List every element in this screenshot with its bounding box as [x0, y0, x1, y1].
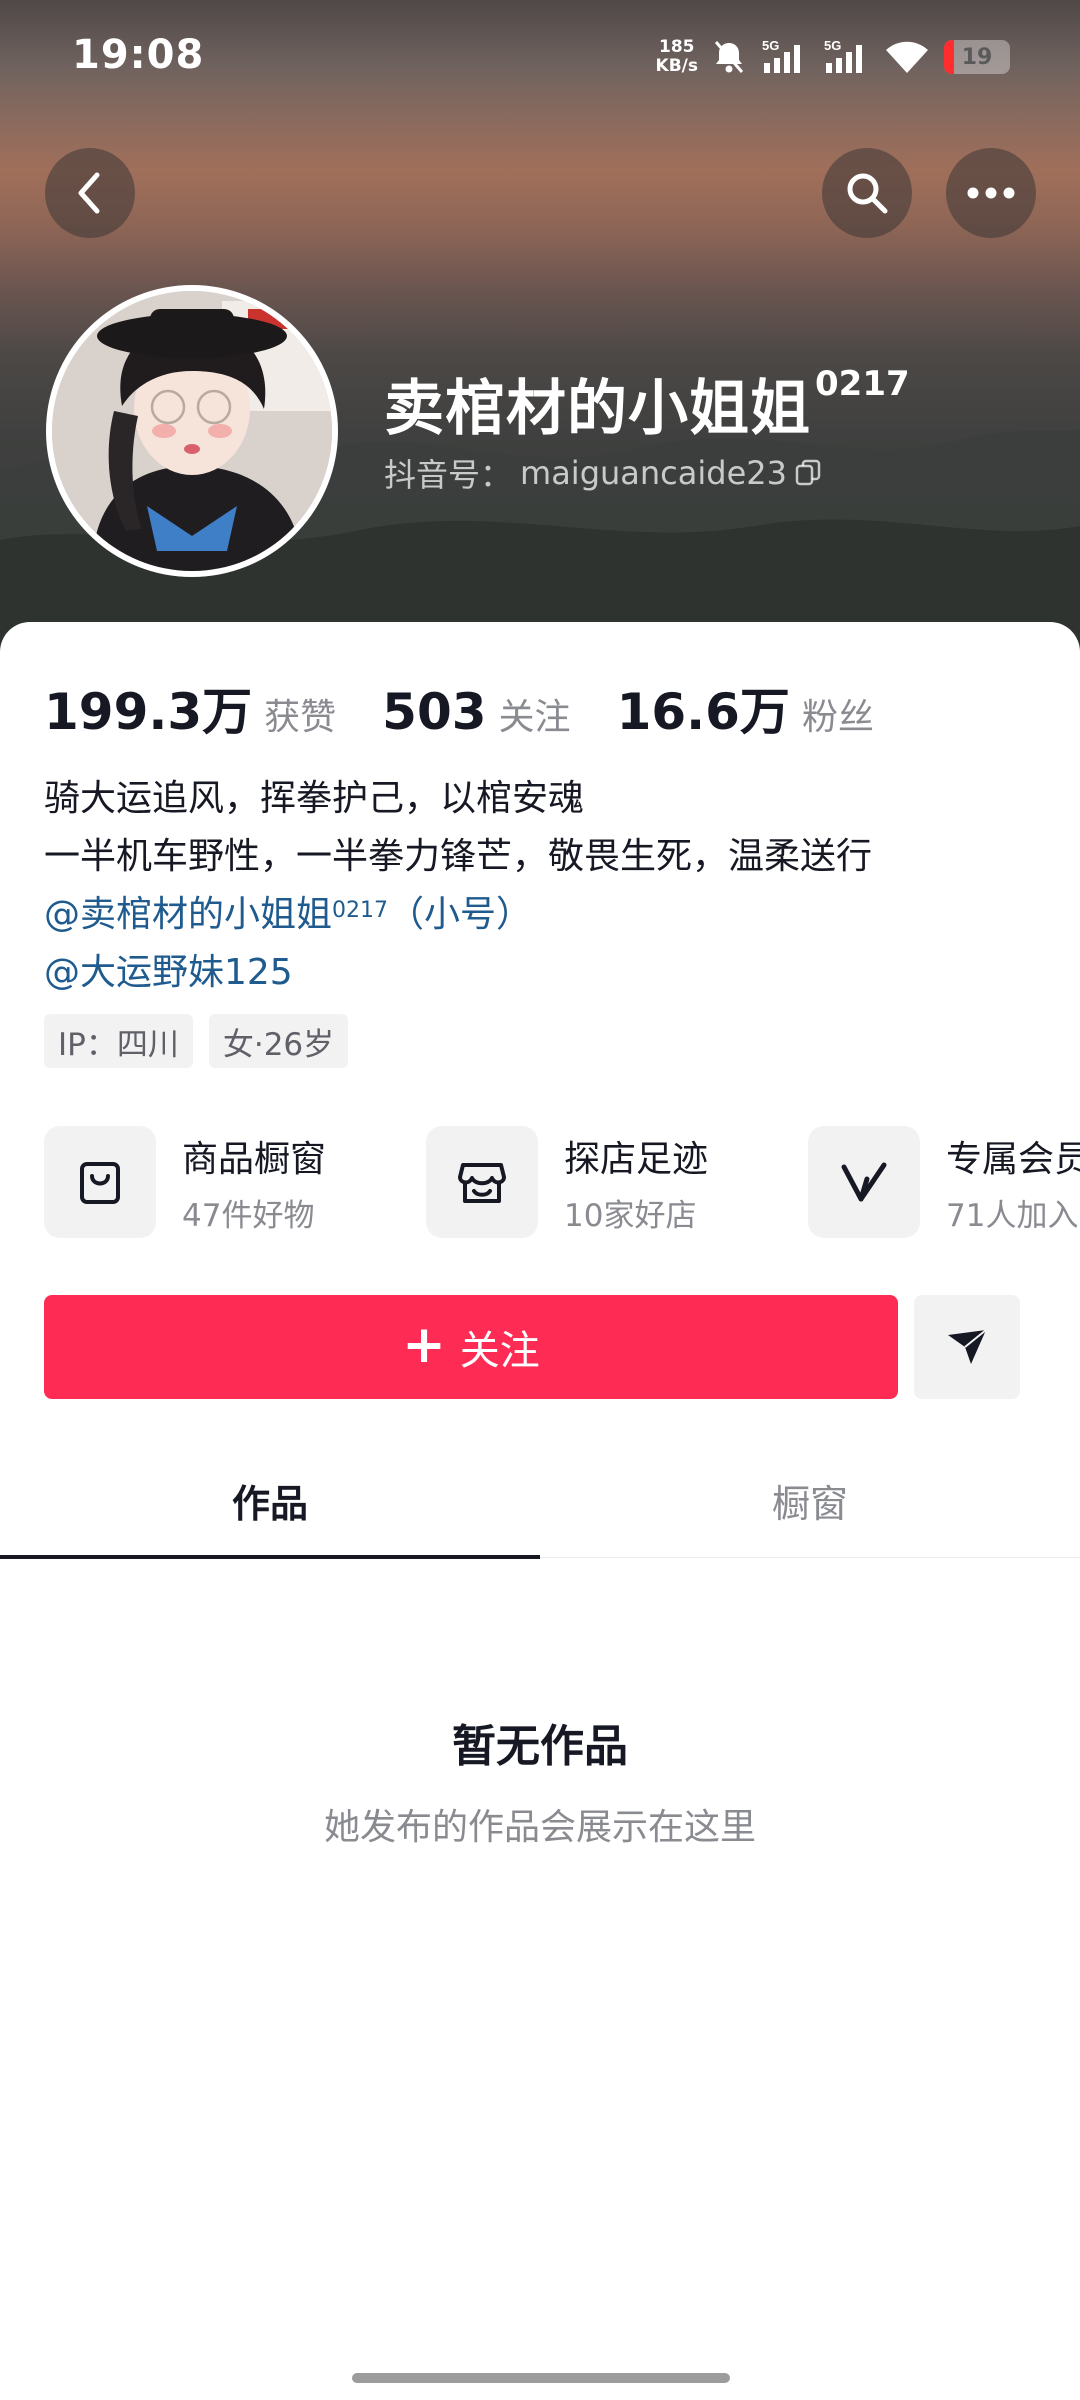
empty-state-title: 暂无作品	[452, 1721, 628, 1772]
shopping-bag-icon	[44, 1126, 156, 1238]
shortcut-membership-title: 专属会员	[946, 1138, 1080, 1180]
nickname-row: 卖棺材的小姐姐 0217	[384, 360, 910, 447]
profile-content-card: 199.3万 获赞 503 关注 16.6万 粉丝 骑大运追风，挥拳护己，以棺安…	[0, 622, 1080, 2400]
avatar[interactable]	[46, 285, 338, 577]
content-tabs: 作品 橱窗	[0, 1442, 1080, 1559]
tab-showcase[interactable]: 橱窗	[540, 1442, 1080, 1558]
send-paper-plane-icon	[948, 1329, 987, 1364]
nickname-suffix: 0217	[815, 364, 910, 404]
profile-stats: 199.3万 获赞 503 关注 16.6万 粉丝	[44, 672, 920, 744]
plus-icon: +	[402, 1315, 446, 1375]
wifi-icon	[884, 39, 930, 75]
stat-following-label: 关注	[498, 697, 571, 738]
battery-level: 19	[961, 44, 993, 70]
stat-likes-label: 获赞	[264, 697, 337, 738]
empty-state-subtitle: 她发布的作品会展示在这里	[323, 1807, 756, 1848]
battery-icon: 19	[944, 40, 1010, 74]
follow-button-label: 关注	[459, 1328, 540, 1374]
empty-state: 暂无作品 她发布的作品会展示在这里	[0, 1710, 1080, 1850]
shortcut-store-text: 探店足迹 10家好店	[564, 1130, 708, 1235]
stat-following[interactable]: 503 关注	[382, 683, 570, 741]
search-icon	[847, 173, 888, 214]
follow-button[interactable]: + 关注	[44, 1295, 898, 1399]
status-bar: 19:08 185 KB/s 5G 5G 19	[0, 0, 1080, 110]
shortcut-product-title: 商品橱窗	[182, 1138, 327, 1180]
bio: 骑大运追风，挥拳护己，以棺安魂 一半机车野性，一半拳力锋芒，敬畏生死，温柔送行 …	[44, 770, 872, 1002]
more-button[interactable]	[946, 148, 1036, 238]
copy-icon[interactable]	[795, 459, 821, 487]
more-dots-icon	[967, 187, 1015, 199]
profile-shortcuts: 商品橱窗 47件好物 探店足迹 10家好店 专属会员 71人加入	[44, 1126, 1080, 1238]
bio-line-1: 骑大运追风，挥拳护己，以棺安魂	[44, 778, 585, 819]
douyin-id-value: maiguancaide23	[520, 454, 787, 492]
battery-low-fill	[944, 40, 954, 74]
mute-bell-icon	[712, 39, 746, 75]
bio-link-1-suffix: （小号）	[388, 894, 533, 935]
profile-tags: IP：四川 女·26岁	[44, 1014, 349, 1068]
stat-following-value: 503	[382, 683, 487, 741]
search-button[interactable]	[822, 148, 912, 238]
stat-likes-value: 199.3万	[44, 683, 253, 741]
stat-followers-label: 粉丝	[801, 697, 874, 738]
shortcut-store-subtitle: 10家好店	[564, 1197, 697, 1234]
signal-1-label: 5G	[762, 39, 779, 53]
status-time: 19:08	[72, 32, 205, 78]
home-indicator[interactable]	[352, 2373, 730, 2383]
shortcut-store-title: 探店足迹	[564, 1138, 709, 1180]
douyin-id-row[interactable]: 抖音号： maiguancaide23	[384, 450, 821, 496]
shortcut-membership-subtitle: 71人加入	[946, 1197, 1079, 1234]
chevron-left-icon	[78, 172, 100, 214]
bio-link-1-sup: 0217	[332, 898, 389, 923]
store-icon	[426, 1126, 538, 1238]
shortcut-product-text: 商品橱窗 47件好物	[182, 1130, 326, 1235]
gender-age-tag: 女·26岁	[208, 1014, 349, 1068]
bio-line-2: 一半机车野性，一半拳力锋芒，敬畏生死，温柔送行	[44, 836, 873, 877]
back-button[interactable]	[45, 148, 135, 238]
bio-link-2[interactable]: @大运野妹125	[44, 944, 872, 1002]
shortcut-product-subtitle: 47件好物	[182, 1197, 315, 1234]
signal-2-label: 5G	[824, 39, 841, 53]
ip-location-tag: IP：四川	[44, 1014, 193, 1068]
network-speed: 185 KB/s	[656, 38, 698, 76]
douyin-id-label: 抖音号：	[384, 456, 513, 494]
shortcut-store-visits[interactable]: 探店足迹 10家好店	[426, 1126, 808, 1238]
membership-v-icon	[808, 1126, 920, 1238]
network-speed-unit: KB/s	[655, 56, 698, 76]
stat-followers-value: 16.6万	[616, 683, 790, 741]
network-speed-value: 185	[659, 37, 695, 57]
status-icons: 185 KB/s 5G 5G 19	[656, 34, 1010, 80]
bio-link-alt-account[interactable]: @卖棺材的小姐姐0217（小号）	[44, 886, 872, 944]
stat-followers[interactable]: 16.6万 粉丝	[617, 672, 874, 744]
shortcut-product-showcase[interactable]: 商品橱窗 47件好物	[44, 1126, 426, 1238]
avatar-illustration	[52, 291, 332, 571]
signal-5g-icon-2: 5G	[822, 39, 870, 75]
send-message-button[interactable]	[914, 1295, 1020, 1399]
stat-likes: 199.3万 获赞	[44, 672, 336, 744]
shortcut-membership[interactable]: 专属会员 71人加入	[808, 1126, 1080, 1238]
shortcut-membership-text: 专属会员 71人加入	[946, 1130, 1080, 1235]
signal-5g-icon: 5G	[760, 39, 808, 75]
bio-link-1-text: @卖棺材的小姐姐	[44, 894, 333, 935]
nickname: 卖棺材的小姐姐	[384, 374, 811, 444]
tab-works[interactable]: 作品	[0, 1442, 540, 1559]
